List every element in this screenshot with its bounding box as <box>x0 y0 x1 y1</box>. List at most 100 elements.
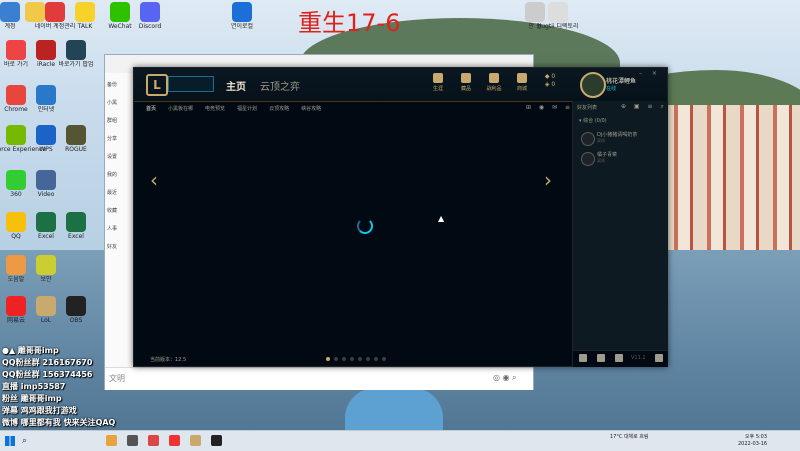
collection-label: 藏品 <box>460 86 471 92</box>
carousel-dot[interactable] <box>374 357 378 361</box>
chat-list-item[interactable]: 收藏 <box>107 207 117 214</box>
friend-avatar <box>581 152 595 166</box>
app-icon <box>66 40 86 60</box>
friend-item[interactable]: 橘子青菜 离线 <box>581 151 661 167</box>
social-version: V11.1 <box>631 355 646 361</box>
app-icon <box>140 2 160 22</box>
subnav-item[interactable]: 福星计划 <box>237 102 257 116</box>
app-icon <box>66 296 86 316</box>
overlay-title: 重生17-6 <box>298 9 401 37</box>
taskbar-app-icon[interactable] <box>127 435 138 446</box>
carousel-dot[interactable] <box>382 357 386 361</box>
social-footer: V11.1 <box>573 350 668 367</box>
carousel-dot[interactable] <box>350 357 354 361</box>
subnav-item[interactable]: 峡谷攻略 <box>301 102 321 116</box>
carousel-dot[interactable] <box>326 357 330 361</box>
taskbar-app-icon[interactable] <box>148 435 159 446</box>
social-toolbar-icons[interactable]: ⊕ ▣ ≡ ⌕ <box>621 103 667 111</box>
profile-label: 生涯 <box>432 86 443 92</box>
carousel-prev-arrow[interactable]: ‹ <box>150 168 158 192</box>
summoner-status: 在线 <box>606 86 617 92</box>
mouse-cursor-icon: ▲ <box>438 214 445 223</box>
home-subnav: 首页 小黑板在哪 电竞预览 福星计划 云顶攻略 峡谷攻略 <box>134 102 572 116</box>
overlay-line: 粉丝 雕哥哥imp <box>2 394 62 403</box>
profile-nav[interactable]: 生涯 <box>424 73 452 92</box>
subnav-icons[interactable]: ⊞ ◉ ✉ ≡ <box>526 104 573 111</box>
emoji-icon[interactable]: ◎ ◉ ⌕ <box>493 373 517 383</box>
chat-list-item[interactable]: 人事 <box>107 225 117 232</box>
weather-tray[interactable]: 17°C 대체로 흐림 <box>610 434 649 440</box>
chat-list-item[interactable]: 设置 <box>107 153 117 160</box>
shortcut-label: 연이로컬 <box>230 23 254 30</box>
loot-label: 战利品 <box>486 86 502 92</box>
subnav-item[interactable]: 小黑板在哪 <box>168 102 193 116</box>
system-clock[interactable]: 오후 5:03 2022-03-16 <box>738 434 767 448</box>
subnav-item[interactable]: 首页 <box>146 102 156 116</box>
clipboard-icon[interactable] <box>597 354 605 362</box>
overlay-line: 弹幕 鸡鸡跟我打游戏 <box>2 406 77 415</box>
mic-icon[interactable] <box>615 354 623 362</box>
taskbar-app-icon[interactable] <box>106 435 117 446</box>
tab-tft[interactable]: 云顶之弈 <box>260 78 300 93</box>
friends-header: 好友列表 <box>577 105 598 111</box>
collection-nav[interactable]: 藏品 <box>452 73 480 92</box>
carousel-dot[interactable] <box>342 357 346 361</box>
friend-group-toggle[interactable]: ▾ 综合 (0/0) <box>579 117 607 124</box>
shortcut-label: ROGUE <box>65 146 87 153</box>
chat-list-item[interactable]: 最近 <box>107 189 117 196</box>
chat-list-item[interactable]: 好友 <box>107 243 117 250</box>
top-nav-icons: 生涯 藏品 战利品 商城 ◆ 0 ◈ 0 <box>424 73 564 92</box>
friend-item[interactable]: DJ小猪猪请喝奶茶 离线 <box>581 131 661 147</box>
window-controls[interactable]: – × <box>639 70 661 77</box>
settings-icon[interactable] <box>655 354 663 362</box>
overlay-line: ●▲ 雕哥哥imp <box>2 346 59 355</box>
carousel-next-arrow[interactable]: › <box>544 168 552 192</box>
shortcut-label: bugtii 디렉토리 <box>537 23 579 30</box>
lol-logo-icon[interactable]: L <box>146 74 168 96</box>
chat-list-item[interactable]: 群组 <box>107 117 117 124</box>
desktop-shortcut[interactable]: 인터넷 <box>16 85 76 113</box>
taskbar-app-icon[interactable] <box>211 435 222 446</box>
desktop-shortcut[interactable]: bugtii 디렉토리 <box>528 2 588 30</box>
chat-list-item[interactable]: 备份 <box>107 81 117 88</box>
wallpaper-town <box>660 105 800 255</box>
carousel-dot[interactable] <box>358 357 362 361</box>
riot-points-count: ◈ 0 <box>544 81 556 88</box>
desktop-shortcut[interactable]: 보안 <box>16 255 76 283</box>
app-icon <box>66 212 86 232</box>
desktop-shortcut[interactable]: 바로가기 팝업 <box>46 40 106 68</box>
carousel-dot[interactable] <box>366 357 370 361</box>
tab-home[interactable]: 主页 <box>226 78 246 93</box>
windows-start-icon[interactable] <box>5 436 15 446</box>
profile-icon <box>433 73 443 83</box>
friend-name: DJ小猪猪请喝奶茶 <box>597 132 638 138</box>
play-button[interactable] <box>168 76 214 92</box>
taskbar: ⌕ 17°C 대체로 흐림 오후 5:03 2022-03-16 <box>0 430 800 451</box>
loot-nav[interactable]: 战利品 <box>480 73 508 92</box>
search-icon[interactable]: ⌕ <box>22 436 27 446</box>
taskbar-app-icon[interactable] <box>169 435 180 446</box>
desktop-shortcut[interactable]: ROGUE <box>46 125 106 153</box>
desktop-shortcut[interactable]: Discord <box>120 2 180 30</box>
desktop-shortcut[interactable]: Video <box>16 170 76 198</box>
desktop-shortcut[interactable]: 연이로컬 <box>212 2 272 30</box>
avatar[interactable] <box>580 72 606 98</box>
chat-icon[interactable] <box>579 354 587 362</box>
chat-input-bar[interactable]: 文明 ◎ ◉ ⌕ <box>105 367 533 390</box>
loading-spinner-icon <box>357 218 373 234</box>
desktop-shortcut[interactable]: Excel <box>46 212 106 240</box>
chat-list-item[interactable]: 分享 <box>107 135 117 142</box>
app-icon <box>548 2 568 22</box>
app-icon <box>36 170 56 190</box>
desktop-shortcut[interactable]: OBS <box>46 296 106 324</box>
social-panel: 好友列表 ⊕ ▣ ≡ ⌕ ▾ 综合 (0/0) DJ小猪猪请喝奶茶 离线 橘子青… <box>572 101 668 367</box>
chat-list-item[interactable]: 我的 <box>107 171 117 178</box>
taskbar-app-icon[interactable] <box>190 435 201 446</box>
subnav-item[interactable]: 电竞预览 <box>205 102 225 116</box>
subnav-item[interactable]: 云顶攻略 <box>269 102 289 116</box>
carousel-dots <box>326 357 390 361</box>
store-nav[interactable]: 商城 <box>508 73 536 92</box>
carousel-dot[interactable] <box>334 357 338 361</box>
lol-client-window: L 主页 云顶之弈 生涯 藏品 战利品 商城 ◆ 0 ◈ 0 桃花潭鲤鱼 在线 … <box>133 67 668 367</box>
chat-list-item[interactable]: 小黑 <box>107 99 117 106</box>
